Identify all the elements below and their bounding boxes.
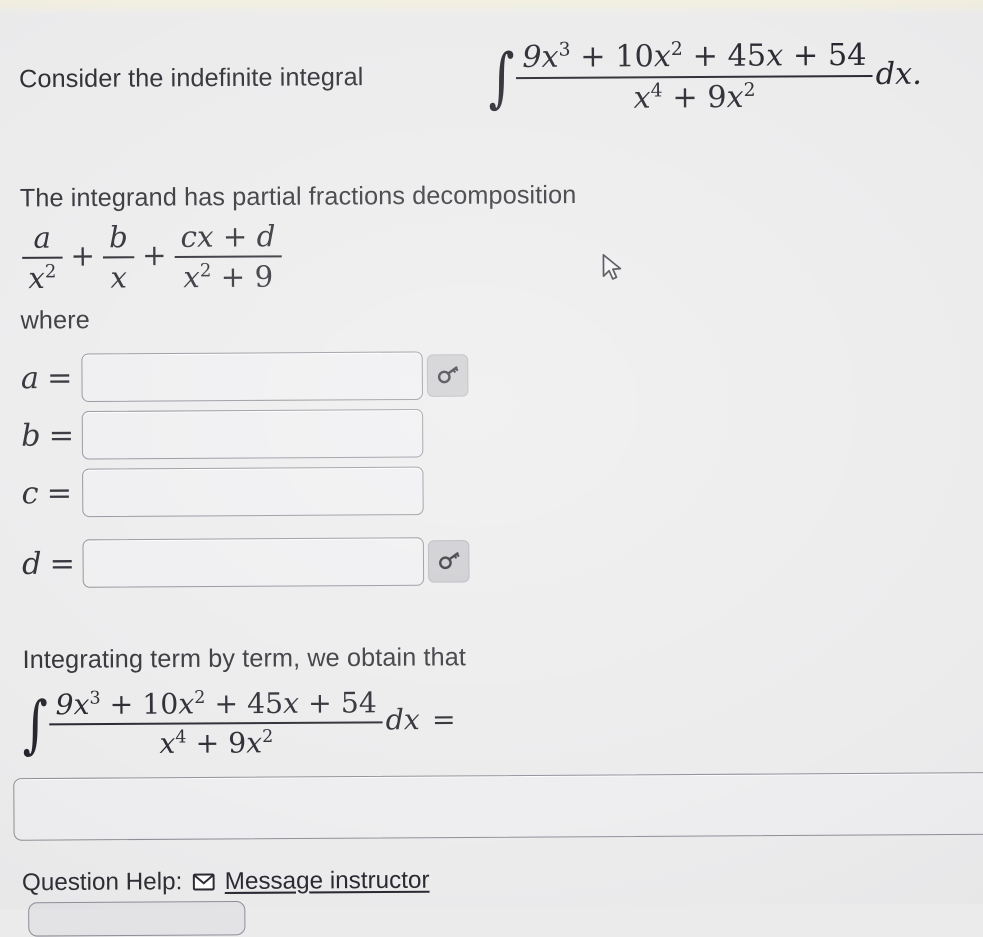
answer-input-c[interactable]: [82, 466, 424, 518]
integral-fraction-2: 9x3 + 10x2 + 45x + 54 x4 + 9x2: [49, 685, 384, 761]
differential-2: dx: [382, 702, 420, 737]
final-answer-input[interactable]: [13, 771, 983, 841]
where-text: where: [20, 305, 90, 335]
term-cxd-denominator: x2 + 9: [174, 255, 282, 295]
answer-input-b[interactable]: [81, 408, 424, 460]
term-cxd-over-x2plus9: cx + d x2 + 9: [174, 219, 282, 295]
key-icon: [438, 552, 459, 570]
bottom-action-button[interactable]: [28, 900, 246, 937]
problem-integral-expression: ∫ 9x3 + 10x2 + 45x + 54 x4 + 9x2 dx.: [484, 37, 922, 117]
term-a-numerator: a: [33, 220, 51, 255]
envelope-icon: [192, 872, 215, 892]
integral-fraction-1: 9x3 + 10x2 + 45x + 54 x4 + 9x2: [516, 38, 873, 117]
field-label-b: b =: [21, 417, 75, 454]
term-a-denominator: x2: [22, 256, 63, 296]
intro-line: Consider the indefinite integral: [19, 63, 364, 94]
term-b-over-x: bx: [103, 219, 135, 295]
key-icon: [437, 366, 458, 384]
field-label-a: a =: [20, 360, 73, 396]
integral-sign-1: ∫: [488, 40, 515, 116]
partial-fractions-expression: a x2 + b x + cx + d x2 + 9: [22, 219, 282, 296]
mouse-cursor-arrow: [601, 253, 627, 283]
field-label-d: d =: [21, 545, 76, 582]
integrating-text: Integrating term by term, we obtain that: [22, 643, 467, 675]
term-b-numerator: b: [108, 219, 128, 255]
key-icon-button-d[interactable]: [427, 540, 470, 583]
where-line: where: [20, 306, 89, 336]
field-row-a: a =: [0, 351, 469, 402]
field-row-c: c =: [0, 466, 424, 518]
integral-sign-2: ∫: [22, 687, 49, 761]
message-instructor-link[interactable]: Message instructor: [225, 866, 430, 896]
key-icon-button-a[interactable]: [426, 354, 469, 397]
decomposition-line: The integrand has partial fractions deco…: [20, 181, 577, 214]
result-equals-sign: =: [431, 702, 456, 737]
differential-1: dx.: [872, 56, 922, 93]
field-label-c: c =: [21, 475, 73, 511]
field-row-d: d =: [0, 537, 470, 588]
answer-input-a[interactable]: [81, 351, 424, 402]
term-b-denominator: x: [103, 256, 135, 295]
term-cxd-numerator: cx + d: [180, 219, 276, 254]
plus-sign-2: +: [141, 237, 167, 273]
question-help-label: Question Help:: [21, 868, 183, 897]
integral-denominator-2: x4 + 9x2: [49, 720, 384, 761]
question-help-row: Question Help: Message instructor: [22, 866, 430, 897]
question-page: Consider the indefinite integral ∫ 9x3 + …: [0, 0, 983, 937]
term-a-over-x2: a x2: [22, 220, 63, 296]
plus-sign-1: +: [70, 238, 96, 273]
answer-input-d[interactable]: [82, 537, 425, 588]
integrating-line: Integrating term by term, we obtain that: [23, 643, 466, 675]
integral-numerator-2: 9x3 + 10x2 + 45x + 54: [55, 685, 377, 721]
result-integral-expression: ∫ 9x3 + 10x2 + 45x + 54 x4 + 9x2 dx =: [19, 685, 456, 761]
integral-denominator-1: x4 + 9x2: [516, 74, 873, 117]
integral-numerator-1: 9x3 + 10x2 + 45x + 54: [522, 37, 867, 76]
intro-text: Consider the indefinite integral: [18, 62, 364, 94]
decomposition-text: The integrand has partial fractions deco…: [19, 180, 577, 213]
field-row-b: b =: [0, 408, 424, 460]
